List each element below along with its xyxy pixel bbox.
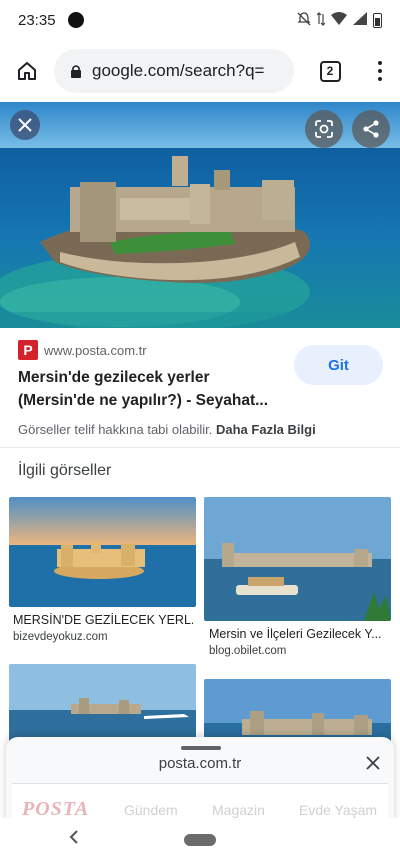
camera-dot-icon	[67, 12, 84, 28]
posta-nav-item[interactable]: Magazin	[212, 802, 265, 818]
close-icon	[18, 118, 32, 132]
related-domain-1: bizevdeyokuz.com	[13, 631, 108, 643]
close-icon	[366, 756, 380, 770]
share-button[interactable]	[352, 110, 390, 148]
battery-icon	[373, 12, 382, 28]
status-time: 23:35	[18, 11, 56, 29]
result-title[interactable]: Mersin'de gezilecek yerler (Mersin'de ne…	[18, 366, 283, 412]
back-icon	[69, 830, 78, 844]
close-preview-button[interactable]	[10, 110, 40, 140]
back-button[interactable]	[68, 828, 80, 851]
menu-button[interactable]	[360, 44, 400, 98]
data-arrows-icon	[316, 11, 326, 29]
lock-icon	[71, 65, 81, 78]
sheet-drag-handle[interactable]	[181, 746, 221, 750]
signal-icon	[353, 12, 367, 28]
home-icon	[18, 62, 36, 80]
posta-nav-item[interactable]: Evde Yaşam	[299, 802, 377, 818]
visit-button[interactable]: Git	[294, 345, 383, 385]
source-logo: P	[18, 340, 38, 360]
status-bar: 23:35	[0, 0, 400, 40]
source-domain: www.posta.com.tr	[44, 342, 147, 358]
share-icon	[363, 120, 379, 138]
related-image-1[interactable]	[9, 497, 196, 607]
tab-count: 2	[319, 60, 341, 82]
related-images-heading: İlgili görseller	[18, 462, 112, 479]
related-caption-2[interactable]: Mersin ve İlçeleri Gezilecek Y...	[209, 627, 389, 641]
notifications-off-icon	[297, 11, 311, 29]
related-image-4[interactable]	[204, 679, 391, 744]
system-nav-bar	[0, 818, 400, 866]
home-button[interactable]	[0, 44, 54, 98]
lens-search-button[interactable]	[305, 110, 343, 148]
divider	[0, 447, 400, 448]
copyright-text: Görseller telif hakkına tabi olabilir.	[18, 422, 213, 437]
wifi-icon	[331, 12, 347, 28]
source-row[interactable]: P www.posta.com.tr	[18, 340, 147, 360]
more-vert-icon	[378, 61, 382, 81]
tab-switcher-button[interactable]: 2	[300, 44, 360, 98]
preview-image[interactable]	[0, 102, 400, 328]
status-icons	[297, 11, 382, 29]
sheet-title: posta.com.tr	[158, 755, 242, 772]
learn-more-link[interactable]: Daha Fazla Bilgi	[216, 422, 316, 437]
related-image-3[interactable]	[9, 664, 196, 744]
related-domain-2: blog.obilet.com	[209, 645, 287, 657]
copyright-notice: Görseller telif hakkına tabi olabilir. D…	[18, 422, 316, 437]
sheet-close-button[interactable]	[362, 752, 384, 774]
related-caption-1[interactable]: MERSİN'DE GEZİLECEK YERL...	[13, 613, 193, 627]
browser-toolbar: google.com/search?q= 2	[0, 40, 400, 102]
related-image-2[interactable]	[204, 497, 391, 621]
bottom-sheet[interactable]: posta.com.tr POSTA Gündem Magazin Evde Y…	[6, 737, 394, 827]
posta-nav-item[interactable]: Gündem	[124, 802, 178, 818]
url-text: google.com/search?q=	[92, 61, 265, 80]
home-gesture-pill[interactable]	[184, 834, 216, 846]
lens-icon	[315, 120, 333, 138]
url-bar[interactable]: google.com/search?q=	[54, 49, 294, 93]
